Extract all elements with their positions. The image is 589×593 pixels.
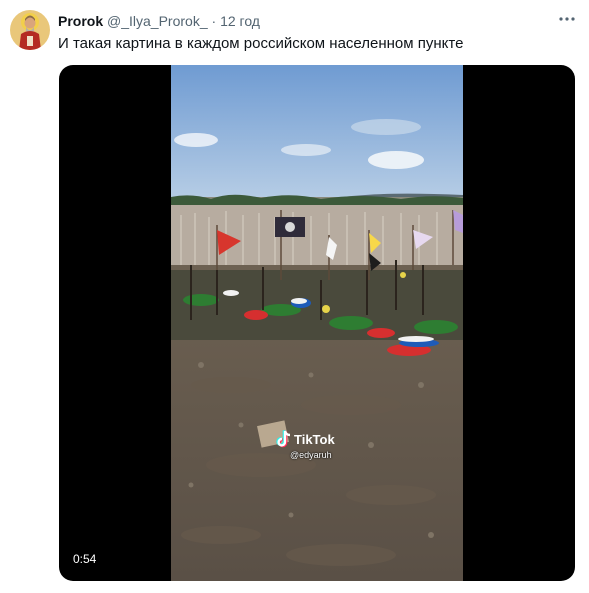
tiktok-brand-text: TikTok: [294, 432, 335, 447]
tiktok-icon: TikTok: [276, 430, 335, 448]
tweet-text: И такая картина в каждом российском насе…: [58, 35, 464, 52]
tweet: Prorok @_Ilya_Prorok_ · 12 год И такая к…: [0, 0, 589, 593]
avatar[interactable]: [10, 10, 50, 50]
video-player[interactable]: 0:54 TikTok @edyaruh: [59, 65, 575, 581]
separator-dot: ·: [211, 13, 217, 29]
user-handle[interactable]: @_Ilya_Prorok_: [107, 13, 208, 29]
avatar-image: [10, 10, 50, 50]
video-duration: 0:54: [73, 552, 97, 566]
video-frame: [171, 65, 463, 581]
tiktok-username: @edyaruh: [290, 450, 332, 460]
timestamp[interactable]: 12 год: [220, 13, 260, 29]
display-name[interactable]: Prorok: [58, 13, 103, 29]
tiktok-watermark: TikTok: [275, 429, 355, 449]
more-horizontal-icon[interactable]: [555, 10, 579, 28]
tweet-header: Prorok @_Ilya_Prorok_ · 12 год: [58, 12, 260, 30]
